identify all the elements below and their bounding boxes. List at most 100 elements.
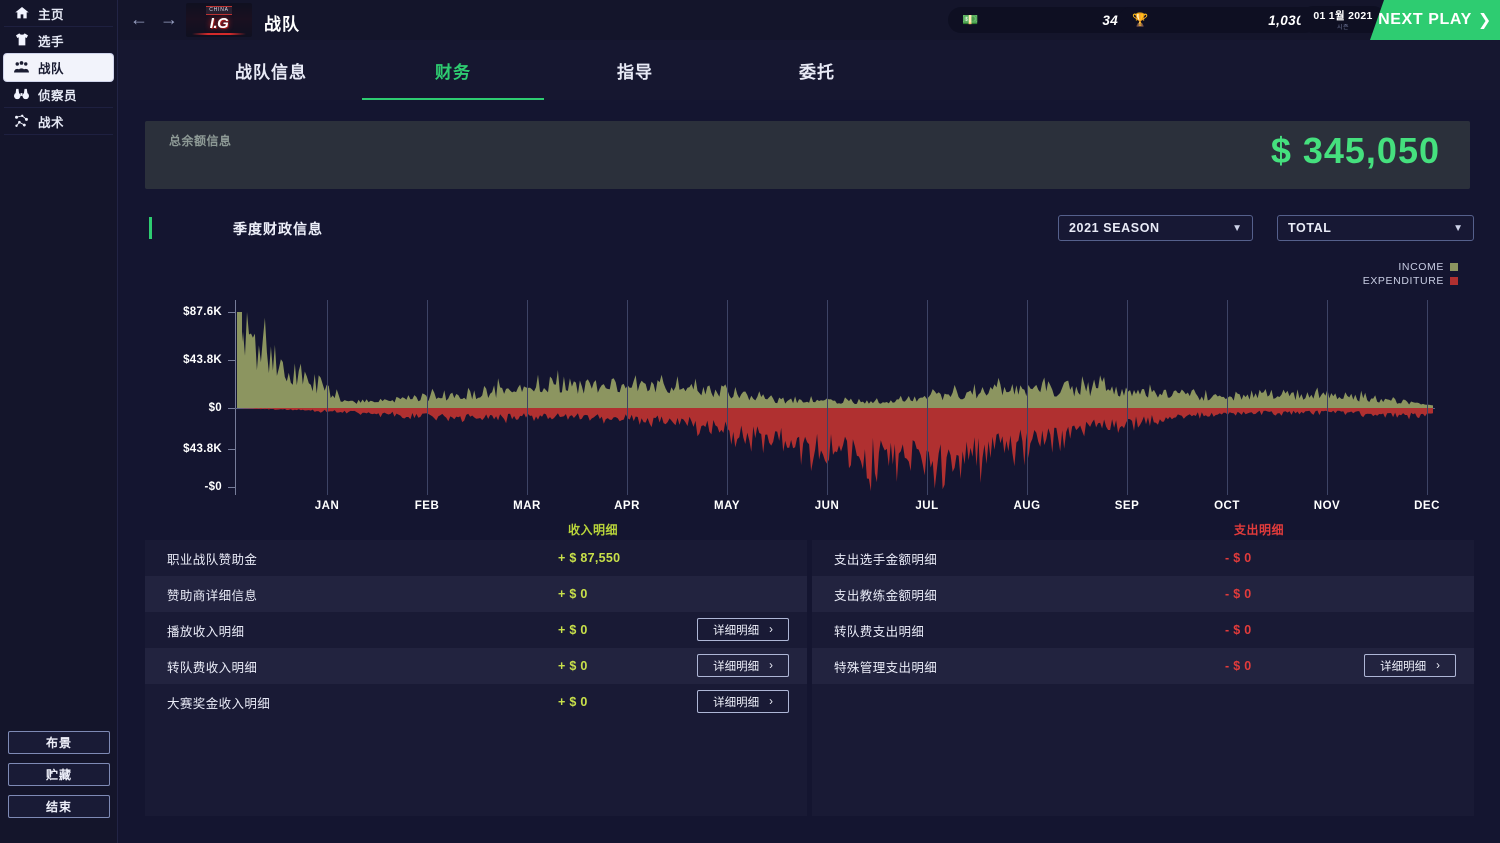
chevron-right-icon: › xyxy=(769,624,773,636)
row-value: + $ 0 xyxy=(558,659,588,673)
sidebar-item-label: 主页 xyxy=(38,4,64,23)
nav-arrows: ← → xyxy=(130,9,178,29)
x-axis-label-9: OCT xyxy=(1214,500,1240,512)
bottom-button-0[interactable]: 布景 xyxy=(8,731,110,754)
y-axis-label-1: $43.8K xyxy=(183,354,222,366)
table-row: 赞助商详细信息+ $ 0 xyxy=(145,576,807,612)
x-axis-label-5: JUN xyxy=(815,500,840,512)
bottom-button-2[interactable]: 结束 xyxy=(8,795,110,818)
page-title: 战队 xyxy=(264,10,300,35)
x-gridline xyxy=(927,300,928,495)
row-label: 特殊管理支出明细 xyxy=(834,657,937,676)
season-dropdown[interactable]: 2021 SEASON ▼ xyxy=(1058,215,1253,241)
balance-label: 总余额信息 xyxy=(169,132,232,149)
table-row: 转队费支出明细- $ 0 xyxy=(812,612,1474,648)
sidebar-item-1[interactable]: 选手 xyxy=(4,27,113,54)
sidebar-item-4[interactable]: 战术 xyxy=(4,108,113,135)
next-play-button[interactable]: NEXT PLAY ❯ xyxy=(1370,0,1500,40)
point-resource: 🏆 1,030 xyxy=(1118,7,1318,33)
row-value: - $ 0 xyxy=(1225,587,1252,601)
tab-0[interactable]: 战队信息 xyxy=(180,58,362,83)
row-detail-button[interactable]: 详细明细› xyxy=(1364,654,1456,677)
row-label: 转队费收入明细 xyxy=(167,657,257,676)
table-row: 转队费收入明细 + $ 0 详细明细› xyxy=(145,648,807,684)
team-logo-top-text: CHINA xyxy=(206,6,232,15)
bottom-button-1[interactable]: 贮藏 xyxy=(8,763,110,786)
x-gridline xyxy=(827,300,828,495)
date-main: 01 1월 2021 xyxy=(1313,8,1372,23)
y-axis-tick xyxy=(228,360,235,361)
x-gridline xyxy=(727,300,728,495)
row-detail-button[interactable]: 详细明细› xyxy=(697,618,789,641)
section-accent-bar xyxy=(149,217,152,239)
row-label: 赞助商详细信息 xyxy=(167,585,257,604)
date-chip: 01 1월 2021 시즌 xyxy=(1300,6,1386,33)
chevron-right-icon: › xyxy=(769,660,773,672)
x-axis-label-0: JAN xyxy=(315,500,340,512)
table-row: 支出选手金额明细- $ 0 xyxy=(812,540,1474,576)
chart-plot-area: $87.6K$43.8K$0$43.8K-$0JANFEBMARAPRMAYJU… xyxy=(235,300,1435,495)
legend-label: INCOME xyxy=(1398,260,1444,274)
table-row: 职业战队赞助金+ $ 87,550 xyxy=(145,540,807,576)
x-axis-label-3: APR xyxy=(614,500,640,512)
x-gridline xyxy=(1427,300,1428,495)
chevron-right-icon: ❯ xyxy=(1478,10,1492,30)
table-row: 大赛奖金收入明细+ $ 0详细明细› xyxy=(145,684,807,720)
sidebar-item-0[interactable]: 主页 xyxy=(4,0,113,27)
x-gridline xyxy=(1327,300,1328,495)
row-detail-button-label: 详细明细 xyxy=(1380,658,1426,674)
sidebar-item-2[interactable]: 战队 xyxy=(4,54,113,81)
arrow-right-icon[interactable]: → xyxy=(160,9,178,29)
chart-legend: INCOMEEXPENDITURE xyxy=(1363,260,1458,288)
expend-table: 支出选手金额明细- $ 0 支出教练金额明细 - $ 0 转队费支出明细- $ 0 特殊… xyxy=(812,540,1474,684)
jersey-icon xyxy=(12,31,31,50)
sidebar-item-3[interactable]: 侦察员 xyxy=(4,81,113,108)
team-logo: CHINA I.G xyxy=(186,3,252,37)
chevron-down-icon: ▼ xyxy=(1453,223,1463,234)
y-axis-label-3: $43.8K xyxy=(183,443,222,455)
tab-3[interactable]: 委托 xyxy=(726,58,908,83)
row-detail-button-label: 详细明细 xyxy=(713,694,759,710)
x-gridline xyxy=(527,300,528,495)
x-gridline xyxy=(1227,300,1228,495)
row-value: + $ 0 xyxy=(558,623,588,637)
tab-bar: 战队信息财务指导委托 xyxy=(118,40,1500,100)
tab-2[interactable]: 指导 xyxy=(544,58,726,83)
next-play-label: NEXT PLAY xyxy=(1378,11,1472,29)
sidebar-item-label: 战术 xyxy=(38,112,64,131)
row-detail-button[interactable]: 详细明细 › xyxy=(697,690,789,713)
x-gridline xyxy=(627,300,628,495)
main-content: 总余额信息 $ 345,050 季度财政信息 2021 SEASON ▼ TOT… xyxy=(118,100,1500,843)
y-axis-tick xyxy=(228,408,235,409)
scope-dropdown[interactable]: TOTAL ▼ xyxy=(1277,215,1474,241)
chevron-right-icon: › xyxy=(769,696,773,708)
sidebar-nav: 主页选手战队侦察员战术 xyxy=(0,0,117,135)
tab-1[interactable]: 财务 xyxy=(362,58,544,83)
section-header: 季度财政信息 2021 SEASON ▼ TOTAL ▼ xyxy=(145,212,1470,246)
table-row: 播放收入明细+ $ 0详细明细› xyxy=(145,612,807,648)
row-value: - $ 0 xyxy=(1225,551,1252,565)
arrow-left-icon[interactable]: ← xyxy=(130,9,148,29)
row-label: 支出教练金额明细 xyxy=(834,585,937,604)
x-gridline xyxy=(327,300,328,495)
income-spike-bar xyxy=(237,312,242,408)
row-detail-button[interactable]: 详细明细› xyxy=(697,654,789,677)
row-value: + $ 87,550 xyxy=(558,551,620,565)
x-axis-label-8: SEP xyxy=(1115,500,1140,512)
sidebar-item-label: 选手 xyxy=(38,31,64,50)
legend-label: EXPENDITURE xyxy=(1363,274,1444,288)
y-axis-label-2: $0 xyxy=(209,402,222,414)
balance-panel: 总余额信息 $ 345,050 xyxy=(145,121,1470,189)
income-section-header: 收入明细 xyxy=(568,521,618,538)
chevron-down-icon: ▼ xyxy=(1232,223,1242,234)
x-axis-label-7: AUG xyxy=(1013,500,1040,512)
team-logo-bar xyxy=(192,33,246,35)
scope-dropdown-value: TOTAL xyxy=(1288,221,1332,235)
trophy-icon: 🏆 xyxy=(1132,12,1148,28)
sidebar-item-label: 侦察员 xyxy=(38,85,77,104)
y-axis-tick xyxy=(228,487,235,488)
team-logo-main-text: I.G xyxy=(210,15,229,32)
finance-chart: INCOMEEXPENDITURE $87.6K$43.8K$0$43.8K-$… xyxy=(145,250,1470,515)
x-axis-label-2: MAR xyxy=(513,500,541,512)
money-icon: 💵 xyxy=(962,12,978,28)
